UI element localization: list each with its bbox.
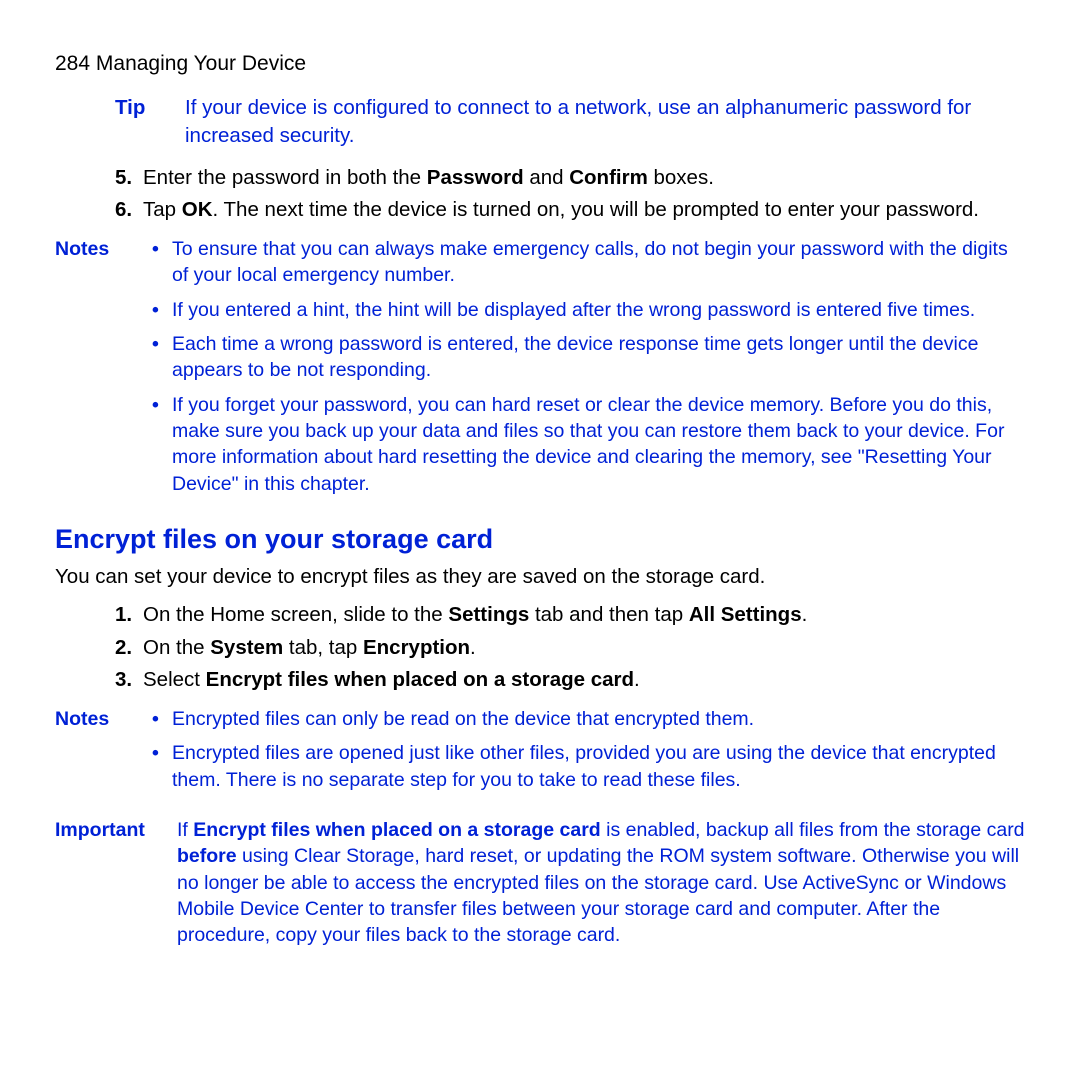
notes-content: • Encrypted files can only be read on th… <box>152 706 1025 801</box>
step-text: On the Home screen, slide to the Setting… <box>143 601 1025 629</box>
tip-text: If your device is configured to connect … <box>185 94 1025 149</box>
step-text: Enter the password in both the Password … <box>143 164 1025 192</box>
step-5: 5. Enter the password in both the Passwo… <box>115 164 1025 192</box>
note-item: • To ensure that you can always make eme… <box>152 236 1025 289</box>
step-number: 6. <box>115 196 143 224</box>
step-number: 3. <box>115 666 143 694</box>
bullet-icon: • <box>152 331 172 384</box>
note-text: Encrypted files are opened just like oth… <box>172 740 1025 793</box>
step-6: 6. Tap OK. The next time the device is t… <box>115 196 1025 224</box>
note-text: Encrypted files can only be read on the … <box>172 706 1025 732</box>
step-text: Tap OK. The next time the device is turn… <box>143 196 1025 224</box>
page-header: 284 Managing Your Device <box>55 50 1025 78</box>
bullet-icon: • <box>152 706 172 732</box>
notes-label: Notes <box>55 706 152 801</box>
steps-list-1: 5. Enter the password in both the Passwo… <box>115 164 1025 224</box>
step-1: 1. On the Home screen, slide to the Sett… <box>115 601 1025 629</box>
note-text: Each time a wrong password is entered, t… <box>172 331 1025 384</box>
step-number: 1. <box>115 601 143 629</box>
note-item: • If you entered a hint, the hint will b… <box>152 297 1025 323</box>
notes-label: Notes <box>55 236 152 505</box>
notes-content: • To ensure that you can always make eme… <box>152 236 1025 505</box>
note-item: • Encrypted files are opened just like o… <box>152 740 1025 793</box>
step-3: 3. Select Encrypt files when placed on a… <box>115 666 1025 694</box>
important-callout: Important If Encrypt files when placed o… <box>55 817 1025 949</box>
step-2: 2. On the System tab, tap Encryption. <box>115 634 1025 662</box>
bullet-icon: • <box>152 236 172 289</box>
note-item: • Each time a wrong password is entered,… <box>152 331 1025 384</box>
notes-callout-2: Notes • Encrypted files can only be read… <box>55 706 1025 801</box>
tip-callout: Tip If your device is configured to conn… <box>115 94 1025 149</box>
step-text: Select Encrypt files when placed on a st… <box>143 666 1025 694</box>
section-intro: You can set your device to encrypt files… <box>55 563 1025 591</box>
step-number: 5. <box>115 164 143 192</box>
note-item: • If you forget your password, you can h… <box>152 392 1025 497</box>
bullet-icon: • <box>152 297 172 323</box>
note-text: To ensure that you can always make emerg… <box>172 236 1025 289</box>
steps-list-2: 1. On the Home screen, slide to the Sett… <box>115 601 1025 694</box>
page-number: 284 <box>55 52 90 75</box>
note-item: • Encrypted files can only be read on th… <box>152 706 1025 732</box>
tip-label: Tip <box>115 94 185 149</box>
step-text: On the System tab, tap Encryption. <box>143 634 1025 662</box>
bullet-icon: • <box>152 740 172 793</box>
note-text: If you forget your password, you can har… <box>172 392 1025 497</box>
important-label: Important <box>55 817 177 949</box>
bullet-icon: • <box>152 392 172 497</box>
notes-callout-1: Notes • To ensure that you can always ma… <box>55 236 1025 505</box>
section-heading: Encrypt files on your storage card <box>55 521 1025 557</box>
step-number: 2. <box>115 634 143 662</box>
important-text: If Encrypt files when placed on a storag… <box>177 817 1025 949</box>
note-text: If you entered a hint, the hint will be … <box>172 297 1025 323</box>
